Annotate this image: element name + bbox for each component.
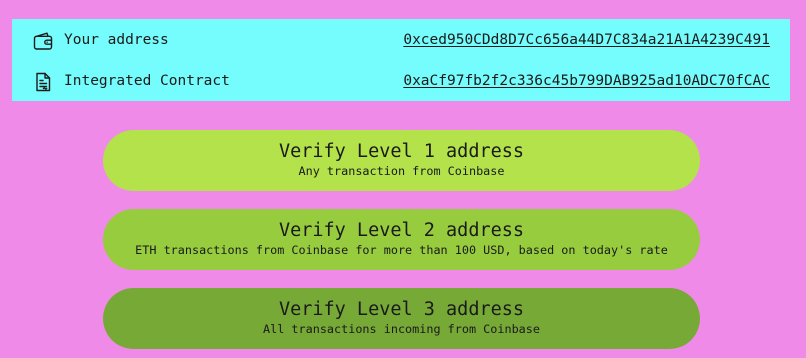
your-address-link[interactable]: 0xced950CDd8D7Cc656a44D7C834a21A1A4239C4…	[403, 30, 770, 50]
contract-document-icon	[32, 71, 54, 93]
verify-level-2-button[interactable]: Verify Level 2 address ETH transactions …	[103, 209, 700, 270]
verify-level-1-subtitle: Any transaction from Coinbase	[298, 164, 505, 178]
verify-level-2-title: Verify Level 2 address	[278, 220, 525, 241]
address-info-panel: Your address 0xced950CDd8D7Cc656a44D7C83…	[12, 19, 790, 101]
verify-level-3-title: Verify Level 3 address	[278, 299, 525, 320]
verify-level-3-subtitle: All transactions incoming from Coinbase	[263, 322, 540, 336]
verify-level-1-title: Verify Level 1 address	[278, 141, 525, 162]
integrated-contract-label: Integrated Contract	[64, 73, 230, 89]
your-address-label: Your address	[64, 32, 169, 48]
integrated-contract-row: Integrated Contract 0xaCf97fb2f2c336c45b…	[12, 61, 790, 101]
verify-level-2-subtitle: ETH transactions from Coinbase for more …	[135, 243, 668, 257]
wallet-icon	[32, 30, 54, 52]
verify-level-3-button[interactable]: Verify Level 3 address All transactions …	[103, 288, 700, 349]
integrated-contract-link[interactable]: 0xaCf97fb2f2c336c45b799DAB925ad10ADC70fC…	[403, 71, 770, 91]
verify-level-1-button[interactable]: Verify Level 1 address Any transaction f…	[103, 130, 700, 191]
your-address-row: Your address 0xced950CDd8D7Cc656a44D7C83…	[12, 20, 790, 60]
